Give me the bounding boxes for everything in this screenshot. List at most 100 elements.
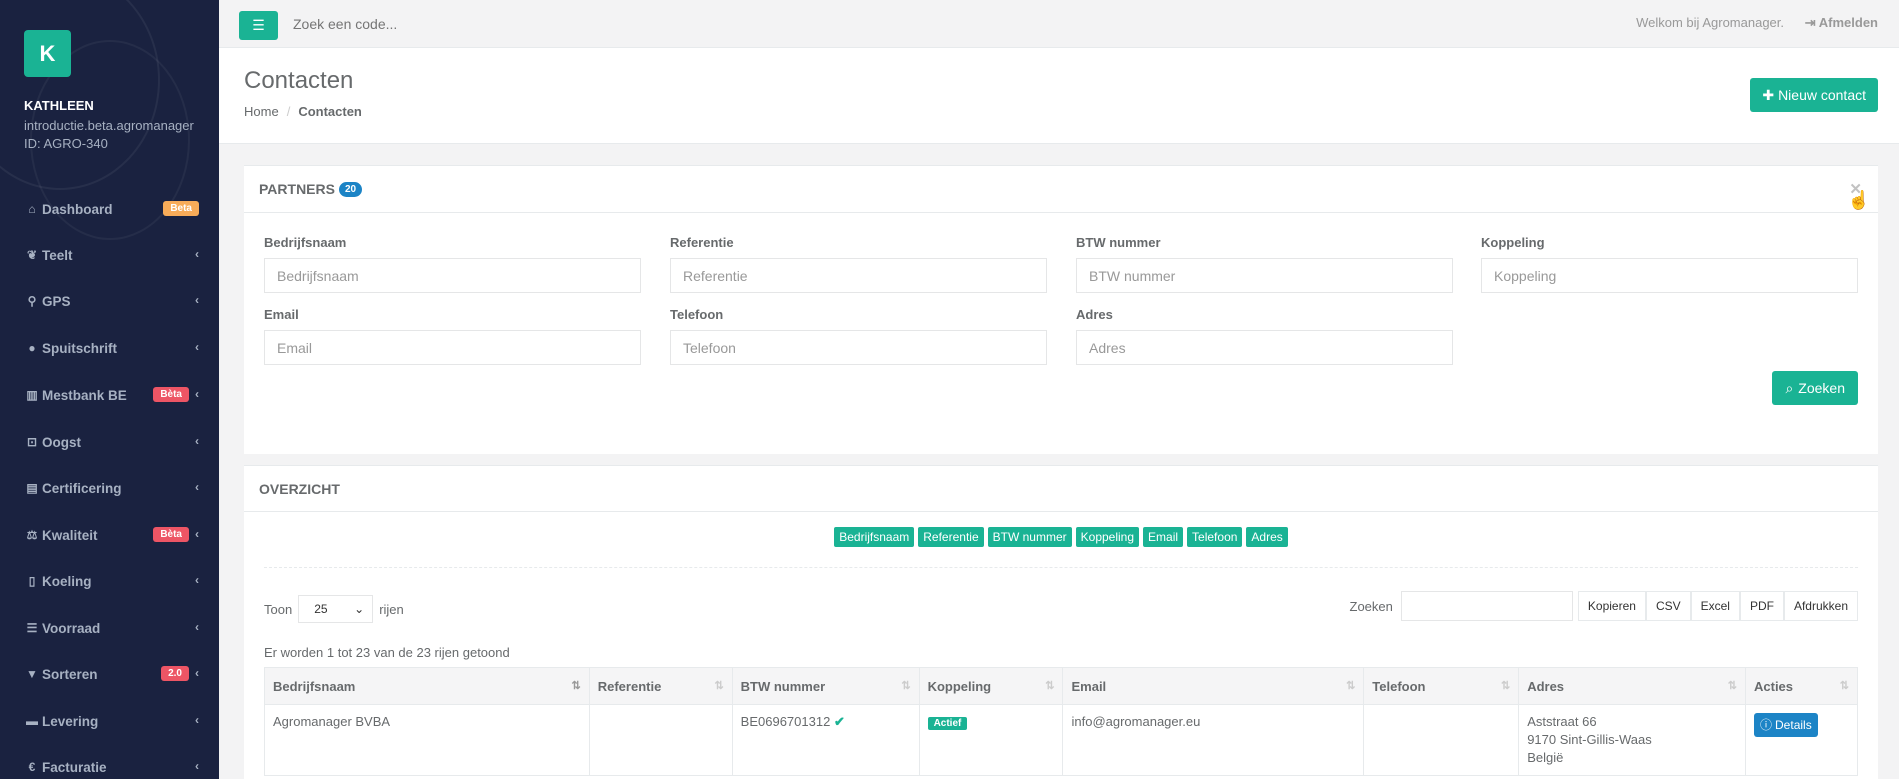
column-header-telefoon[interactable]: Telefoon ⇅ — [1363, 667, 1520, 705]
search-button[interactable]: ⌕ Zoeken — [1772, 371, 1858, 405]
menu-toggle-button[interactable]: ☰ — [239, 11, 278, 40]
check-icon: ✔ — [833, 714, 845, 729]
sort-icon: ⇅ — [714, 680, 724, 692]
adres-input[interactable]: Adres — [1076, 330, 1453, 365]
partners-count-badge: 20 — [338, 181, 363, 197]
basket-icon: ⊡ — [26, 435, 38, 449]
sidebar-item-levering[interactable]: ▬ Levering ‹ — [0, 699, 219, 743]
book-icon: ▤ — [26, 481, 38, 495]
chevron-left-icon: ‹ — [195, 434, 199, 448]
sidebar-item-gps[interactable]: ⚲ GPS ‹ — [0, 279, 219, 323]
sidebar-item-facturatie[interactable]: € Facturatie ‹ — [0, 745, 219, 779]
chevron-down-icon: ⌄ — [354, 602, 365, 616]
sidebar-item-teelt[interactable]: ❦ Teelt ‹ — [0, 233, 219, 277]
page-heading: Contacten Home / Contacten ✚ Nieuw contact — [219, 48, 1899, 144]
sort-icon: ⇅ — [901, 680, 911, 692]
telefoon-field: Telefoon Telefoon — [670, 307, 1047, 365]
welcome-text: Welkom bij Agromanager. — [1636, 15, 1784, 30]
cell-referentie — [588, 704, 733, 776]
bedrijfsnaam-input[interactable]: Bedrijfsnaam — [264, 258, 641, 293]
column-toggles: Bedrijfsnaam Referentie BTW nummer Koppe… — [244, 527, 1878, 547]
column-header-referentie[interactable]: Referentie ⇅ — [588, 667, 733, 705]
print-button[interactable]: Afdrukken — [1783, 591, 1858, 621]
profile-name[interactable]: KATHLEEN — [24, 98, 94, 113]
koppeling-input[interactable]: Koppeling — [1481, 258, 1858, 293]
sidebar-item-voorraad[interactable]: ☰ Voorraad ‹ — [0, 606, 219, 650]
btw-input[interactable]: BTW nummer — [1076, 258, 1453, 293]
chevron-left-icon: ‹ — [195, 247, 199, 261]
search-icon: ⌕ — [1785, 379, 1794, 396]
toggle-adres[interactable]: Adres — [1246, 527, 1288, 547]
column-header-btw[interactable]: BTW nummer ⇅ — [731, 667, 920, 705]
referentie-input[interactable]: Referentie — [670, 258, 1047, 293]
koppeling-field: Koppeling Koppeling — [1481, 235, 1858, 293]
chevron-left-icon: ‹ — [195, 293, 199, 307]
list-icon: ☰ — [26, 621, 38, 635]
table-search-control: Zoeken Kopieren CSV Excel PDF Afdrukken — [1350, 591, 1858, 621]
logout-link[interactable]: ⇥ Afmelden — [1805, 15, 1878, 31]
beta-badge: Bèta — [153, 527, 189, 542]
details-button[interactable]: ⓘ Details — [1754, 713, 1818, 737]
toggle-btw-nummer[interactable]: BTW nummer — [987, 527, 1072, 547]
filter-form: Bedrijfsnaam Bedrijfsnaam Referentie Ref… — [244, 213, 1878, 452]
chevron-left-icon: ‹ — [195, 340, 199, 354]
email-field: Email Email — [264, 307, 641, 365]
table-row: Agromanager BVBA BE0696701312 ✔ Actief i… — [264, 704, 1858, 776]
topbar: ☰ Welkom bij Agromanager. ⇥ Afmelden — [219, 0, 1899, 48]
excel-button[interactable]: Excel — [1690, 591, 1740, 621]
referentie-field: Referentie Referentie — [670, 235, 1047, 293]
sidebar-item-koeling[interactable]: ▯ Koeling ‹ — [0, 559, 219, 603]
chevron-left-icon: ‹ — [195, 620, 199, 634]
chevron-left-icon: ‹ — [195, 387, 199, 401]
column-header-bedrijfsnaam[interactable]: Bedrijfsnaam ⇅ — [264, 667, 590, 705]
pdf-button[interactable]: PDF — [1739, 591, 1784, 621]
sidebar-item-label: Mestbank BE — [42, 387, 127, 403]
sidebar-item-label: Dashboard — [42, 201, 113, 217]
toggle-referentie[interactable]: Referentie — [918, 527, 984, 547]
chevron-left-icon: ‹ — [195, 480, 199, 494]
home-icon: ⌂ — [28, 202, 36, 216]
sidebar-item-oogst[interactable]: ⊡ Oogst ‹ — [0, 420, 219, 464]
sidebar: K KATHLEEN introductie.beta.agromanager … — [0, 0, 219, 779]
sidebar-item-sorteren[interactable]: ▼ Sorteren 2.0 ‹ — [0, 652, 219, 696]
sort-icon: ⇅ — [1727, 680, 1737, 692]
new-contact-button[interactable]: ✚ Nieuw contact — [1750, 78, 1878, 112]
sidebar-item-mestbank[interactable]: ▥ Mestbank BE Bèta ‹ — [0, 373, 219, 417]
table-search-input[interactable] — [1400, 591, 1573, 621]
page-length-control: Toon 25 ⌄ rijen — [264, 595, 404, 623]
toggle-email[interactable]: Email — [1143, 527, 1184, 547]
logo[interactable]: K — [24, 30, 71, 77]
toggle-koppeling[interactable]: Koppeling — [1075, 527, 1140, 547]
table-info: Er worden 1 tot 23 van de 23 rijen getoo… — [264, 645, 510, 660]
plus-icon: ✚ — [1762, 86, 1775, 103]
toggle-telefoon[interactable]: Telefoon — [1187, 527, 1243, 547]
chevron-left-icon: ‹ — [195, 573, 199, 587]
sidebar-item-label: Spuitschrift — [42, 340, 118, 356]
csv-button[interactable]: CSV — [1645, 591, 1691, 621]
sidebar-item-spuitschrift[interactable]: ● Spuitschrift ‹ — [0, 326, 219, 370]
breadcrumb-home[interactable]: Home — [244, 104, 279, 119]
cell-btw: BE0696701312 ✔ — [731, 704, 920, 776]
version-badge: 2.0 — [161, 666, 189, 681]
telefoon-input[interactable]: Telefoon — [670, 330, 1047, 365]
column-header-koppeling[interactable]: Koppeling ⇅ — [918, 667, 1064, 705]
tint-icon: ● — [28, 341, 36, 355]
sidebar-item-certificering[interactable]: ▤ Certificering ‹ — [0, 466, 219, 510]
copy-button[interactable]: Kopieren — [1577, 591, 1646, 621]
toggle-bedrijfsnaam[interactable]: Bedrijfsnaam — [834, 527, 915, 547]
column-header-adres[interactable]: Adres ⇅ — [1518, 667, 1746, 705]
sidebar-item-label: Voorraad — [42, 620, 101, 636]
truck-icon: ▬ — [26, 714, 38, 728]
partners-panel-title: PARTNERS 20 ✕ ☝ — [244, 165, 1878, 213]
divider — [264, 567, 1858, 568]
sort-icon: ⇅ — [1346, 680, 1356, 692]
sidebar-item-label: Koeling — [42, 573, 92, 589]
column-header-acties[interactable]: Acties ⇅ — [1745, 667, 1858, 705]
column-header-email[interactable]: Email ⇅ — [1062, 667, 1365, 705]
sidebar-item-dashboard[interactable]: ⌂ Dashboard Beta — [0, 187, 219, 231]
cell-email: info@agromanager.eu — [1062, 704, 1365, 776]
sidebar-item-kwaliteit[interactable]: ⚖ Kwaliteit Bèta ‹ — [0, 513, 219, 557]
code-search-input[interactable] — [293, 16, 593, 32]
email-input[interactable]: Email — [264, 330, 641, 365]
page-length-select[interactable]: 25 ⌄ — [298, 595, 374, 623]
